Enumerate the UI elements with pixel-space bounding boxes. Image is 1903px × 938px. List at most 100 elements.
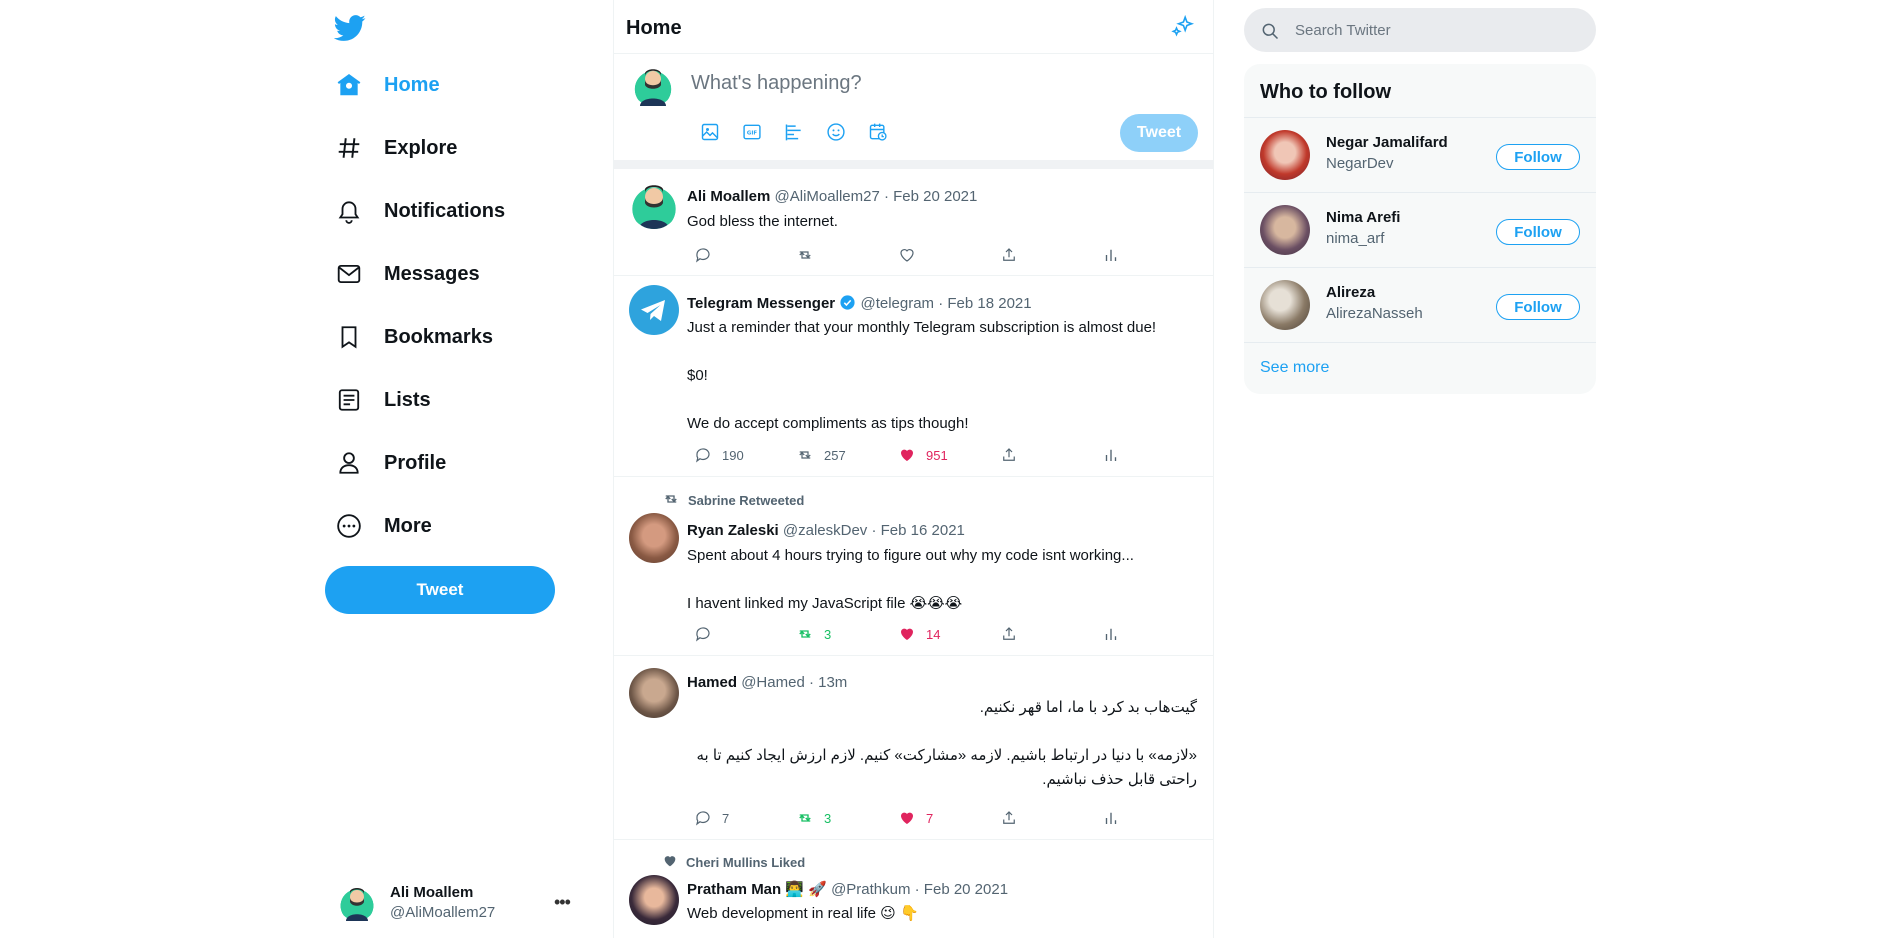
follow-button[interactable]: Follow bbox=[1496, 219, 1580, 245]
tweet-author[interactable]: Telegram Messenger bbox=[687, 295, 835, 312]
tweet-meta: @zaleskDev · Feb 16 2021 bbox=[782, 522, 965, 539]
sidebar-item-more[interactable]: More bbox=[332, 504, 432, 548]
search-icon bbox=[1260, 21, 1280, 41]
analytics-button[interactable] bbox=[1102, 246, 1204, 264]
tweet[interactable]: Sabrine Retweeted Ryan Zaleski @zaleskDe… bbox=[614, 477, 1213, 656]
avatar[interactable] bbox=[1260, 280, 1310, 330]
poll-icon[interactable] bbox=[782, 120, 806, 144]
tweet-text: Spent about 4 hours trying to figure out… bbox=[687, 547, 1134, 564]
image-icon[interactable] bbox=[698, 120, 722, 144]
see-more-link[interactable]: See more bbox=[1244, 342, 1596, 394]
retweet-button[interactable]: 3 bbox=[796, 625, 898, 643]
analytics-button[interactable] bbox=[1102, 809, 1204, 827]
tweet-author[interactable]: Ali Moallem bbox=[687, 188, 770, 205]
retweet-count: 3 bbox=[824, 810, 832, 826]
like-button[interactable]: 951 bbox=[898, 446, 1000, 464]
user-name[interactable]: Nima Arefi bbox=[1326, 209, 1400, 226]
search-input[interactable]: Search Twitter bbox=[1295, 22, 1391, 39]
retweet-context[interactable]: Sabrine Retweeted bbox=[688, 493, 804, 508]
heart-filled-icon bbox=[901, 628, 913, 640]
tweet-meta: @Prathkum · Feb 20 2021 bbox=[831, 881, 1009, 898]
gif-icon[interactable]: GIF bbox=[740, 120, 764, 144]
tweet[interactable]: Ali Moallem @AliMoallem27 · Feb 20 2021 … bbox=[614, 170, 1213, 276]
like-button[interactable] bbox=[898, 246, 1000, 264]
sidebar-item-profile[interactable]: Profile bbox=[332, 441, 446, 485]
person-icon bbox=[332, 446, 366, 480]
twitter-bird-icon[interactable] bbox=[333, 12, 366, 44]
reply-icon bbox=[696, 627, 710, 642]
reply-button[interactable] bbox=[694, 246, 796, 264]
compose-input[interactable]: What's happening? bbox=[691, 72, 862, 95]
share-button[interactable] bbox=[1000, 246, 1102, 264]
search-bar[interactable]: Search Twitter bbox=[1244, 8, 1596, 52]
avatar[interactable] bbox=[629, 668, 679, 718]
tweet-author[interactable]: Ryan Zaleski bbox=[687, 522, 779, 539]
tweet-text: Web development in real life 😉 👇 bbox=[687, 905, 919, 922]
sidebar-tweet-button[interactable]: Tweet bbox=[325, 566, 555, 614]
sidebar-item-label: Home bbox=[384, 73, 440, 96]
sidebar-item-bookmarks[interactable]: Bookmarks bbox=[332, 315, 493, 359]
like-count: 7 bbox=[926, 810, 934, 826]
avatar[interactable] bbox=[1260, 205, 1310, 255]
tweet-meta: @AliMoallem27 · Feb 20 2021 bbox=[774, 188, 978, 205]
retweet-button[interactable]: 257 bbox=[796, 446, 898, 464]
tweet-author[interactable]: Pratham Man 👨‍💻 🚀 bbox=[687, 881, 827, 898]
page-title: Home bbox=[626, 17, 682, 39]
like-count: 14 bbox=[926, 626, 941, 642]
reply-count: 7 bbox=[722, 810, 730, 826]
schedule-icon[interactable] bbox=[866, 120, 890, 144]
tweet[interactable]: Cheri Mullins Liked Pratham Man 👨‍💻 🚀 @P… bbox=[614, 840, 1213, 938]
analytics-icon bbox=[1105, 449, 1117, 461]
sidebar-item-notifications[interactable]: Notifications bbox=[332, 189, 505, 233]
sidebar-item-home[interactable]: Home bbox=[332, 63, 440, 107]
more-dots-icon[interactable]: ••• bbox=[554, 892, 571, 913]
retweet-icon bbox=[799, 251, 811, 259]
follow-suggestion[interactable]: Alireza AlirezaNasseh Follow bbox=[1244, 267, 1596, 342]
emoji-icon[interactable] bbox=[824, 120, 848, 144]
sidebar-item-messages[interactable]: Messages bbox=[332, 252, 480, 296]
avatar[interactable] bbox=[629, 875, 679, 925]
reply-button[interactable]: 190 bbox=[694, 446, 796, 464]
follow-suggestion[interactable]: Nima Arefi nima_arf Follow bbox=[1244, 192, 1596, 267]
like-context[interactable]: Cheri Mullins Liked bbox=[686, 855, 805, 870]
avatar[interactable] bbox=[629, 513, 679, 563]
tweet-text: I havent linked my JavaScript file 😭😭😭 bbox=[687, 595, 963, 612]
reply-button[interactable]: 7 bbox=[694, 809, 796, 827]
user-name[interactable]: Negar Jamalifard bbox=[1326, 134, 1448, 151]
compose-tweet-button[interactable]: Tweet bbox=[1120, 114, 1198, 152]
see-more-label[interactable]: See more bbox=[1260, 359, 1329, 377]
follow-button[interactable]: Follow bbox=[1496, 144, 1580, 170]
avatar[interactable] bbox=[629, 179, 679, 229]
retweet-button[interactable]: 3 bbox=[796, 809, 898, 827]
follow-suggestion[interactable]: Negar Jamalifard NegarDev Follow bbox=[1244, 117, 1596, 192]
tweet[interactable]: Hamed @Hamed · 13m گیت‌هاب بد کرد با ما،… bbox=[614, 656, 1213, 840]
reply-icon bbox=[696, 811, 710, 826]
share-button[interactable] bbox=[1000, 809, 1102, 827]
tweet-author[interactable]: Hamed bbox=[687, 674, 737, 691]
sidebar-item-explore[interactable]: Explore bbox=[332, 126, 457, 170]
follow-button[interactable]: Follow bbox=[1496, 294, 1580, 320]
analytics-icon bbox=[1105, 628, 1117, 640]
analytics-button[interactable] bbox=[1102, 625, 1204, 643]
share-button[interactable] bbox=[1000, 446, 1102, 464]
account-handle: @AliMoallem27 bbox=[390, 903, 496, 921]
avatar[interactable] bbox=[1260, 130, 1310, 180]
like-button[interactable]: 7 bbox=[898, 809, 1000, 827]
sidebar-item-lists[interactable]: Lists bbox=[332, 378, 431, 422]
like-button[interactable]: 14 bbox=[898, 625, 1000, 643]
compose-box: What's happening? GIF Tweet bbox=[614, 54, 1213, 160]
hashtag-icon bbox=[332, 131, 366, 165]
user-name[interactable]: Alireza bbox=[1326, 284, 1375, 301]
list-icon bbox=[332, 383, 366, 417]
tweet[interactable]: Telegram Messenger @telegram · Feb 18 20… bbox=[614, 276, 1213, 477]
telegram-logo-avatar[interactable] bbox=[629, 285, 679, 335]
tweet-meta: @telegram · Feb 18 2021 bbox=[860, 295, 1032, 312]
reply-button[interactable] bbox=[694, 625, 796, 643]
retweet-button[interactable] bbox=[796, 246, 898, 264]
analytics-button[interactable] bbox=[1102, 446, 1204, 464]
share-button[interactable] bbox=[1000, 625, 1102, 643]
account-switcher[interactable]: Ali Moallem @AliMoallem27 ••• bbox=[338, 878, 578, 926]
retweet-icon bbox=[662, 490, 680, 511]
reply-icon bbox=[696, 248, 710, 263]
sparkle-icon[interactable] bbox=[1170, 14, 1196, 40]
